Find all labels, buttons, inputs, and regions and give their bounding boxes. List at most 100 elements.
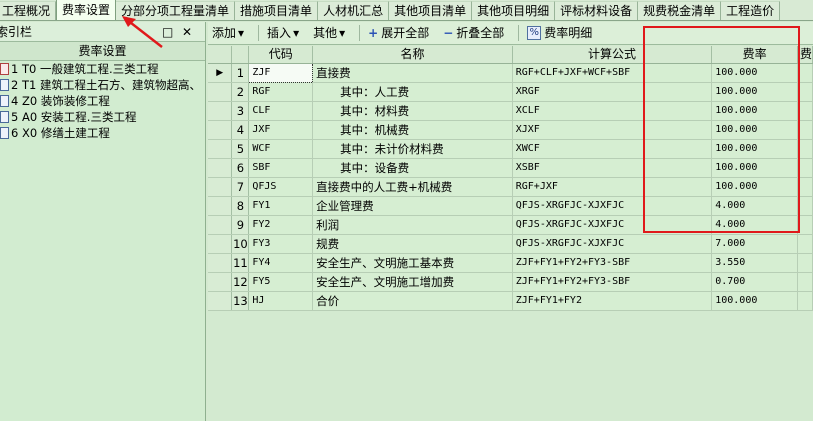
other-button[interactable]: 其他 ▾ <box>309 23 349 43</box>
rate-cell[interactable]: 100.000 <box>711 177 798 197</box>
name-column-header[interactable]: 名称 <box>312 46 513 64</box>
name-cell[interactable]: 其中：设备费 <box>312 158 513 178</box>
tree-item[interactable]: 2 T1 建筑工程土石方、建筑物超高、 <box>0 77 205 93</box>
extra-cell[interactable] <box>797 234 813 254</box>
table-row[interactable]: 6 SBF 其中：设备费 XSBF 100.000 <box>208 158 813 178</box>
formula-cell[interactable]: XRGF <box>512 82 713 102</box>
tab-8[interactable]: 规费税金清单 <box>638 1 722 20</box>
formula-cell[interactable]: XCLF <box>512 101 713 121</box>
formula-cell[interactable]: XJXF <box>512 120 713 140</box>
extra-cell[interactable] <box>797 291 813 311</box>
formula-cell[interactable]: XWCF <box>512 139 713 159</box>
name-cell[interactable]: 其中：机械费 <box>312 120 513 140</box>
formula-cell[interactable]: QFJS-XRGFJC-XJXFJC <box>512 234 713 254</box>
formula-cell[interactable]: XSBF <box>512 158 713 178</box>
formula-cell[interactable]: ZJF+FY1+FY2 <box>512 291 713 311</box>
code-cell[interactable]: FY3 <box>248 234 314 254</box>
pin-icon[interactable]: □ <box>162 22 173 42</box>
rate-cell[interactable]: 4.000 <box>711 215 798 235</box>
code-cell[interactable]: FY5 <box>248 272 314 292</box>
tab-5[interactable]: 其他项目清单 <box>389 1 473 20</box>
formula-cell[interactable]: QFJS-XRGFJC-XJXFJC <box>512 196 713 216</box>
insert-button[interactable]: 插入 ▾ <box>263 23 303 43</box>
formula-cell[interactable]: ZJF+FY1+FY2+FY3-SBF <box>512 253 713 273</box>
table-row[interactable]: 9 FY2 利润 QFJS-XRGFJC-XJXFJC 4.000 <box>208 215 813 235</box>
name-cell[interactable]: 直接费 <box>312 63 513 83</box>
rate-cell[interactable]: 100.000 <box>711 139 798 159</box>
extra-cell[interactable] <box>797 177 813 197</box>
rate-cell[interactable]: 100.000 <box>711 291 798 311</box>
tab-0[interactable]: 工程概况 <box>0 1 57 20</box>
name-cell[interactable]: 其中：人工费 <box>312 82 513 102</box>
code-cell[interactable]: FY4 <box>248 253 314 273</box>
table-row[interactable]: 13 HJ 合价 ZJF+FY1+FY2 100.000 <box>208 291 813 311</box>
code-cell[interactable]: HJ <box>248 291 314 311</box>
rate-column-header[interactable]: 费率 <box>711 46 798 64</box>
extra-cell[interactable] <box>797 215 813 235</box>
extra-cell[interactable] <box>797 139 813 159</box>
code-column-header[interactable]: 代码 <box>248 46 314 64</box>
tab-2[interactable]: 分部分项工程量清单 <box>116 1 236 20</box>
code-cell[interactable]: RGF <box>248 82 314 102</box>
name-cell[interactable]: 直接费中的人工费+机械费 <box>312 177 513 197</box>
rate-cell[interactable]: 4.000 <box>711 196 798 216</box>
tab-7[interactable]: 评标材料设备 <box>555 1 639 20</box>
tree-item[interactable]: 6 X0 修缮土建工程 <box>0 125 205 141</box>
name-cell[interactable]: 其中：材料费 <box>312 101 513 121</box>
table-row[interactable]: 2 RGF 其中：人工费 XRGF 100.000 <box>208 82 813 102</box>
code-cell[interactable]: QFJS <box>248 177 314 197</box>
extra-cell[interactable] <box>797 101 813 121</box>
rate-cell[interactable]: 100.000 <box>711 158 798 178</box>
extra-cell[interactable] <box>797 272 813 292</box>
code-cell[interactable]: CLF <box>248 101 314 121</box>
rate-cell[interactable]: 100.000 <box>711 63 798 83</box>
formula-column-header[interactable]: 计算公式 <box>512 46 713 64</box>
tab-4[interactable]: 人材机汇总 <box>318 1 390 20</box>
formula-cell[interactable]: RGF+JXF <box>512 177 713 197</box>
table-row[interactable]: 8 FY1 企业管理费 QFJS-XRGFJC-XJXFJC 4.000 <box>208 196 813 216</box>
tab-1[interactable]: 费率设置 <box>56 0 117 20</box>
code-cell[interactable]: SBF <box>248 158 314 178</box>
tree-item[interactable]: 4 Z0 装饰装修工程 <box>0 93 205 109</box>
rate-cell[interactable]: 100.000 <box>711 82 798 102</box>
collapse-all-button[interactable]: − 折叠全部 <box>439 23 508 43</box>
name-cell[interactable]: 安全生产、文明施工增加费 <box>312 272 513 292</box>
table-row[interactable]: 11 FY4 安全生产、文明施工基本费 ZJF+FY1+FY2+FY3-SBF 3.55… <box>208 253 813 273</box>
rate-cell[interactable]: 3.550 <box>711 253 798 273</box>
tree-item[interactable]: 1 T0 一般建筑工程.三类工程 <box>0 61 205 77</box>
formula-cell[interactable]: ZJF+FY1+FY2+FY3-SBF <box>512 272 713 292</box>
name-cell[interactable]: 规费 <box>312 234 513 254</box>
rate-detail-button[interactable]: % 费率明细 <box>523 23 596 43</box>
table-row[interactable]: 10 FY3 规费 QFJS-XRGFJC-XJXFJC 7.000 <box>208 234 813 254</box>
table-row[interactable]: 4 JXF 其中：机械费 XJXF 100.000 <box>208 120 813 140</box>
tab-3[interactable]: 措施项目清单 <box>235 1 319 20</box>
tab-9[interactable]: 工程造价 <box>721 1 781 20</box>
rate-cell[interactable]: 0.700 <box>711 272 798 292</box>
extra-cell[interactable] <box>797 120 813 140</box>
tab-6[interactable]: 其他项目明细 <box>472 1 556 20</box>
table-row[interactable]: ▶ 1 ZJF 直接费 RGF+CLF+JXF+WCF+SBF 100.000 <box>208 62 813 83</box>
tree-item[interactable]: 5 A0 安装工程.三类工程 <box>0 109 205 125</box>
name-cell[interactable]: 企业管理费 <box>312 196 513 216</box>
rate-cell[interactable]: 100.000 <box>711 101 798 121</box>
extra-cell[interactable] <box>797 196 813 216</box>
extra-cell[interactable] <box>797 158 813 178</box>
extra-column-header[interactable]: 费 <box>797 46 813 64</box>
table-row[interactable]: 5 WCF 其中：未计价材料费 XWCF 100.000 <box>208 139 813 159</box>
extra-cell[interactable] <box>797 63 813 83</box>
extra-cell[interactable] <box>797 82 813 102</box>
close-icon[interactable]: ✕ <box>182 22 192 42</box>
formula-cell[interactable]: RGF+CLF+JXF+WCF+SBF <box>512 63 713 83</box>
name-cell[interactable]: 合价 <box>312 291 513 311</box>
code-cell[interactable]: ZJF <box>248 62 314 83</box>
extra-cell[interactable] <box>797 253 813 273</box>
table-row[interactable]: 12 FY5 安全生产、文明施工增加费 ZJF+FY1+FY2+FY3-SBF 0.70… <box>208 272 813 292</box>
rate-cell[interactable]: 7.000 <box>711 234 798 254</box>
add-button[interactable]: 添加 ▾ <box>208 23 248 43</box>
table-row[interactable]: 7 QFJS 直接费中的人工费+机械费 RGF+JXF 100.000 <box>208 177 813 197</box>
name-cell[interactable]: 利润 <box>312 215 513 235</box>
name-cell[interactable]: 安全生产、文明施工基本费 <box>312 253 513 273</box>
table-row[interactable]: 3 CLF 其中：材料费 XCLF 100.000 <box>208 101 813 121</box>
rate-cell[interactable]: 100.000 <box>711 120 798 140</box>
code-cell[interactable]: FY1 <box>248 196 314 216</box>
